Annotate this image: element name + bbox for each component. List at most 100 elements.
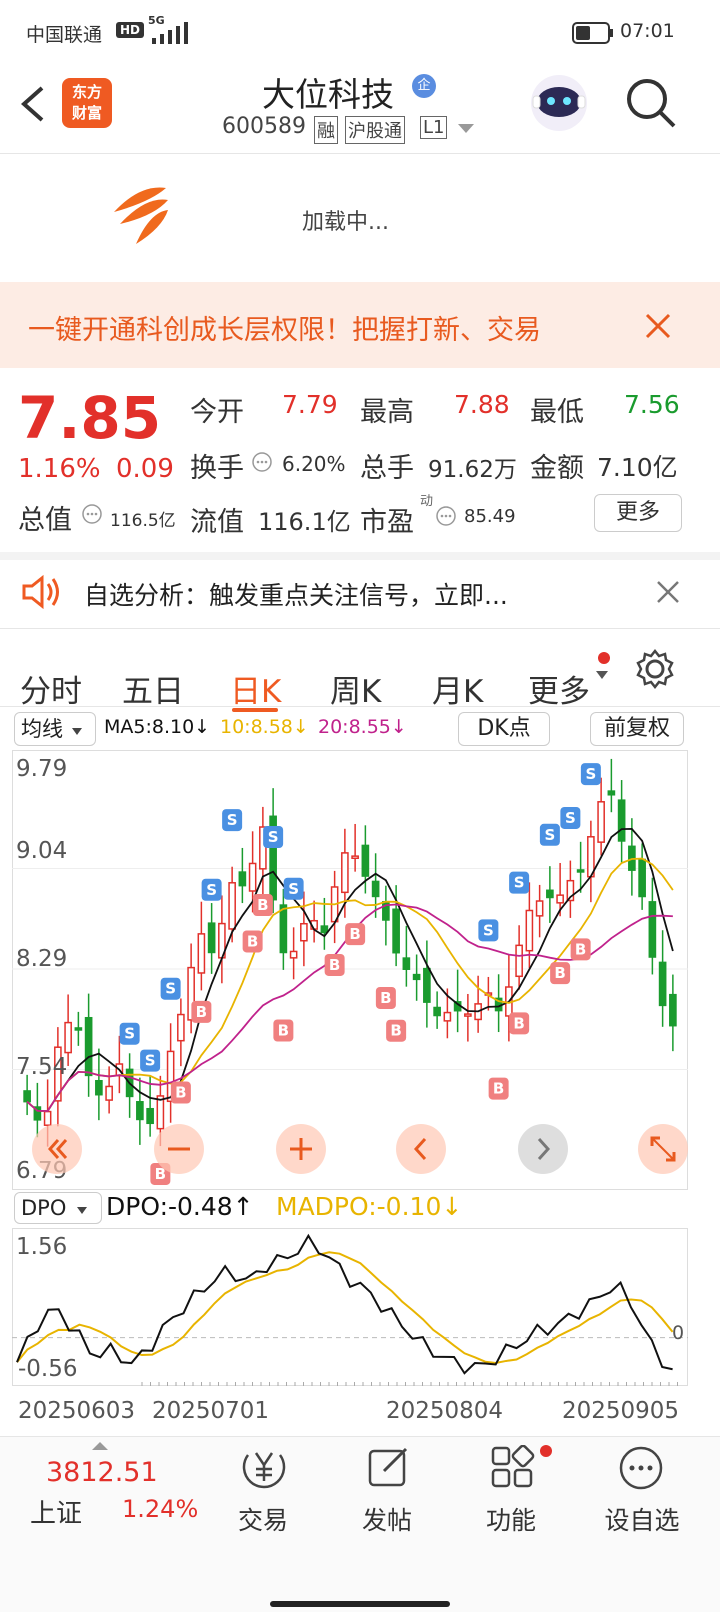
search-icon[interactable] (624, 76, 678, 130)
signal-letter: B (380, 989, 391, 1007)
tag-margin: 融 (314, 116, 338, 144)
candle-body (361, 844, 370, 877)
madpo-value: MADPO:-0.10↓ (276, 1192, 463, 1221)
mcap-value: 116.5亿 (110, 511, 176, 531)
pe-value: 85.49 (464, 506, 516, 527)
dropdown-icon (596, 671, 608, 679)
info-icon[interactable] (82, 504, 102, 524)
tag-level: L1 (420, 116, 448, 139)
signal-letter: B (247, 932, 258, 950)
candle-body (146, 1107, 154, 1125)
signal-letter: S (483, 921, 494, 939)
tab-monthly-k[interactable]: 月K (432, 666, 483, 711)
dpo-chart[interactable] (12, 1228, 688, 1386)
stock-header: 东方 财富 大位科技 企 600589 融 沪股通 L1 (0, 64, 720, 156)
y-tick-label: 8.29 (16, 946, 68, 972)
candle-body (525, 909, 534, 952)
nav-label: 交易 (237, 1506, 288, 1535)
adjust-button[interactable]: 前复权 (590, 712, 684, 746)
candle-body (279, 904, 288, 954)
dk-point-button[interactable]: DK点 (458, 712, 550, 746)
pe-superscript: 动 (420, 494, 434, 509)
stock-name: 大位科技 (262, 75, 394, 114)
signal-letter: B (575, 940, 586, 958)
candle-body (74, 1027, 83, 1031)
candle-body (464, 1013, 472, 1017)
tab-intraday[interactable]: 分时 (20, 666, 82, 711)
tab-more[interactable]: 更多 (528, 666, 590, 711)
nav-add-watchlist[interactable]: 设自选 (594, 1445, 690, 1535)
candle-body (289, 950, 298, 959)
chevron-left-icon (413, 1137, 427, 1161)
zoom-in-button[interactable] (276, 1124, 326, 1174)
sub-indicator-label: DPO (21, 1196, 67, 1220)
ma20-label: 20:8.55↓ (318, 716, 407, 738)
speaker-icon (22, 574, 59, 610)
status-bar: 中国联通 HD 5G 07:01 (0, 0, 720, 64)
change-value: 0.09 (116, 454, 174, 484)
signal-letter: S (514, 874, 525, 892)
info-icon[interactable] (436, 506, 456, 526)
candle-body (648, 901, 657, 958)
back-icon[interactable] (18, 84, 48, 124)
notice-bar[interactable]: 自选分析：触发重点关注信号，立即... (0, 560, 720, 624)
nav-label: 发帖 (361, 1506, 412, 1535)
y-tick-label: 7.54 (16, 1054, 68, 1080)
candle-body (576, 869, 585, 873)
tab-weekly-k[interactable]: 周K (330, 666, 381, 711)
date-label: 20250804 (386, 1398, 504, 1424)
low-value: 7.56 (624, 390, 680, 419)
change-pct: 1.16% (18, 454, 101, 484)
sub-indicator-selector[interactable]: DPO (14, 1192, 102, 1224)
kline-chart[interactable]: SSSSSSSSSSSSBBBBBBBBBBBBBB (12, 750, 688, 1190)
volume-label: 总手 (360, 453, 414, 484)
candle-body (300, 922, 308, 942)
amount-value: 7.10亿 (597, 453, 678, 482)
fullscreen-button[interactable] (638, 1124, 688, 1174)
last-price: 7.85 (18, 384, 162, 452)
candle-body (351, 855, 359, 860)
ad-loading-area: 加载中... (0, 154, 720, 282)
nav-functions[interactable]: 功能 (470, 1445, 552, 1535)
gear-icon[interactable] (634, 648, 676, 690)
candle-body (64, 1021, 72, 1054)
battery-icon (572, 22, 613, 44)
nav-trade[interactable]: 交易 (222, 1445, 304, 1535)
nav-post[interactable]: 发帖 (346, 1445, 428, 1535)
prev-button[interactable] (396, 1124, 446, 1174)
hd-badge: HD (116, 22, 145, 38)
close-icon[interactable] (644, 312, 672, 340)
candle-body (638, 858, 646, 898)
tab-five-day[interactable]: 五日 (122, 666, 184, 711)
promo-banner[interactable]: 一键开通科创成长层权限！把握打新、交易 (0, 282, 720, 368)
robot-avatar-icon[interactable] (528, 72, 590, 134)
candle-body (207, 922, 216, 954)
indicator-selector[interactable]: 均线 (14, 712, 96, 746)
signal-letter: B (513, 1014, 524, 1032)
dpo-bottom-label: -0.56 (18, 1356, 78, 1382)
dpo-zero-label: 0 (672, 1322, 685, 1344)
index-value[interactable]: 3812.51 (46, 1457, 158, 1488)
volume-value: 91.62万 (428, 457, 517, 483)
float-label: 流值 (190, 507, 244, 538)
close-icon[interactable] (656, 580, 680, 604)
home-indicator (270, 1601, 450, 1607)
signal-letter: S (227, 811, 238, 829)
dropdown-icon (77, 1207, 88, 1214)
more-button[interactable]: 更多 (594, 494, 682, 532)
ma10-label: 10:8.58↓ (220, 716, 309, 738)
candle-body (84, 1016, 93, 1077)
candle-body (546, 889, 554, 899)
zoom-out-button[interactable] (154, 1124, 204, 1174)
app-logo[interactable]: 东方 财富 (62, 78, 112, 128)
next-button[interactable] (518, 1124, 568, 1174)
scroll-left-fast-button[interactable] (32, 1124, 82, 1174)
dropdown-icon[interactable] (458, 122, 474, 134)
signal-letter: S (268, 828, 279, 846)
dpo-value: DPO:-0.48↑ (106, 1192, 254, 1221)
signal-letter: B (554, 964, 565, 982)
info-icon[interactable] (252, 452, 272, 472)
tab-daily-k[interactable]: 日K (230, 666, 281, 711)
mcap-label: 总值 (18, 505, 72, 536)
chevron-up-icon (92, 1442, 108, 1450)
